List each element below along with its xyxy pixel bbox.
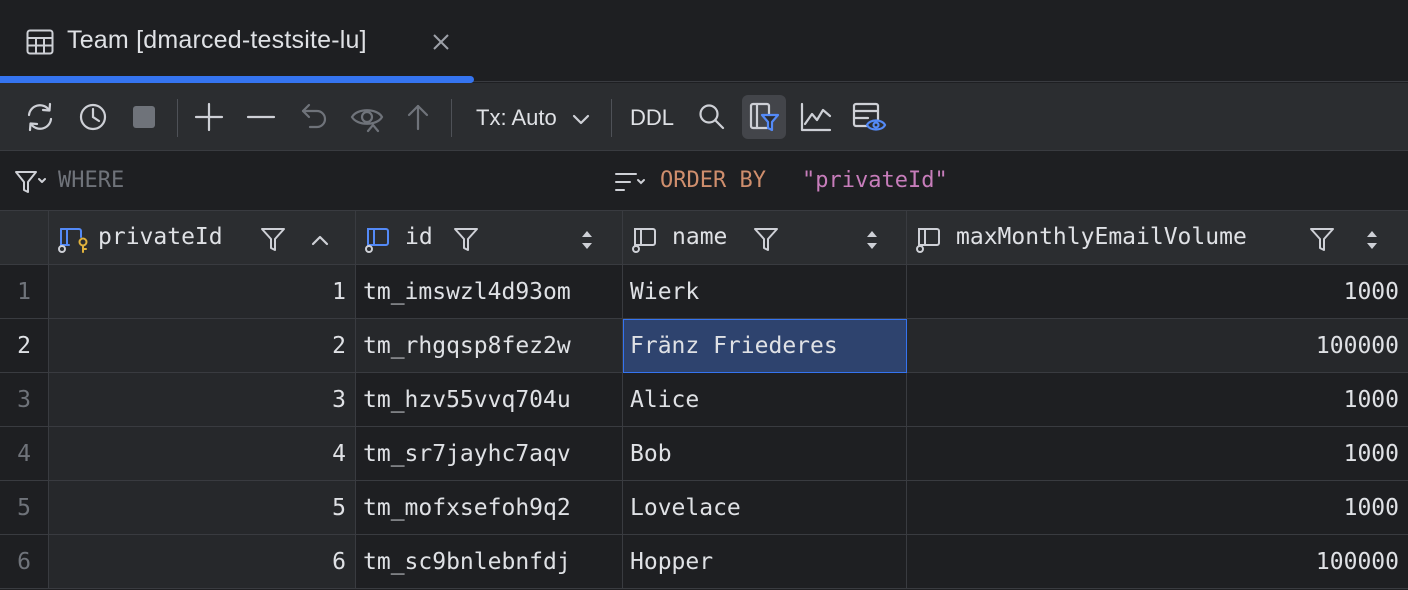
sort-unsorted-icon[interactable] — [865, 229, 879, 257]
sort-ascending-icon[interactable] — [311, 229, 329, 255]
preview-changes-icon[interactable] — [348, 98, 386, 136]
transaction-mode-dropdown[interactable]: Tx: Auto — [476, 105, 557, 131]
editor-tab-team[interactable]: Team [dmarced-testsite-lu] — [0, 0, 474, 83]
column-label: maxMonthlyEmailVolume — [956, 224, 1247, 250]
history-icon[interactable] — [74, 98, 112, 136]
delete-row-icon[interactable] — [242, 98, 280, 136]
cell-maxMonthlyEmailVolume[interactable]: 1000 — [907, 481, 1408, 535]
column-header-name[interactable]: name — [623, 211, 907, 265]
column-label: privateId — [98, 224, 223, 250]
cell-name[interactable]: Lovelace — [623, 481, 907, 535]
search-icon[interactable] — [693, 98, 731, 136]
cell-privateId[interactable]: 3 — [49, 373, 356, 427]
row-number[interactable]: 4 — [0, 427, 49, 481]
toolbar-separator — [451, 99, 452, 137]
column-label: name — [672, 224, 728, 250]
cell-name-selected[interactable]: Fränz Friederes — [623, 319, 907, 373]
unique-column-icon — [364, 225, 396, 259]
row-number[interactable]: 3 — [0, 373, 49, 427]
stop-icon[interactable] — [125, 98, 163, 136]
cell-id[interactable]: tm_hzv55vvq704u — [356, 373, 623, 427]
chevron-down-icon[interactable] — [572, 113, 590, 131]
cell-name[interactable]: Alice — [623, 373, 907, 427]
toolbar-separator — [611, 99, 612, 137]
cell-id[interactable]: tm_rhgqsp8fez2w — [356, 319, 623, 373]
close-icon[interactable] — [432, 33, 450, 51]
submit-icon[interactable] — [399, 98, 437, 136]
column-label: id — [405, 224, 433, 250]
table-row[interactable]: 5 5 tm_mofxsefoh9q2 Lovelace 1000 — [0, 481, 1408, 535]
cell-name[interactable]: Hopper — [623, 535, 907, 589]
where-input[interactable]: WHERE — [58, 168, 124, 193]
column-icon — [915, 225, 947, 259]
cell-maxMonthlyEmailVolume[interactable]: 1000 — [907, 265, 1408, 319]
column-filter-icon[interactable] — [453, 226, 479, 258]
revert-icon[interactable] — [295, 98, 333, 136]
row-number[interactable]: 1 — [0, 265, 49, 319]
filter-sort-bar: WHERE ORDER BY "privateId" — [0, 152, 1408, 211]
data-editor-toolbar: Tx: Auto DDL — [0, 83, 1408, 151]
cell-id[interactable]: tm_imswzl4d93om — [356, 265, 623, 319]
cell-id[interactable]: tm_sr7jayhc7aqv — [356, 427, 623, 481]
column-header-maxMonthlyEmailVolume[interactable]: maxMonthlyEmailVolume — [907, 211, 1408, 265]
column-icon — [631, 225, 663, 259]
sort-icon[interactable] — [614, 171, 648, 199]
table-row[interactable]: 2 2 tm_rhgqsp8fez2w Fränz Friederes 1000… — [0, 319, 1408, 373]
sort-unsorted-icon[interactable] — [580, 229, 594, 257]
cell-maxMonthlyEmailVolume[interactable]: 1000 — [907, 373, 1408, 427]
toolbar-separator — [177, 99, 178, 137]
cell-privateId[interactable]: 4 — [49, 427, 356, 481]
filter-panel-icon[interactable] — [742, 95, 786, 139]
editor-tab-bar: Team [dmarced-testsite-lu] — [0, 0, 1408, 83]
sort-unsorted-icon[interactable] — [1365, 229, 1379, 257]
cell-privateId[interactable]: 5 — [49, 481, 356, 535]
table-row[interactable]: 6 6 tm_sc9bnlebnfdj Hopper 100000 — [0, 535, 1408, 589]
table-row[interactable]: 3 3 tm_hzv55vvq704u Alice 1000 — [0, 373, 1408, 427]
row-number[interactable]: 6 — [0, 535, 49, 589]
view-options-icon[interactable] — [850, 98, 888, 136]
row-number[interactable]: 5 — [0, 481, 49, 535]
active-tab-indicator — [0, 76, 474, 83]
cell-maxMonthlyEmailVolume[interactable]: 100000 — [907, 319, 1408, 373]
column-filter-icon[interactable] — [1309, 226, 1335, 258]
filter-icon[interactable] — [14, 170, 46, 200]
cell-privateId[interactable]: 2 — [49, 319, 356, 373]
table-row[interactable]: 4 4 tm_sr7jayhc7aqv Bob 1000 — [0, 427, 1408, 481]
table-row[interactable]: 1 1 tm_imswzl4d93om Wierk 1000 — [0, 265, 1408, 319]
chart-icon[interactable] — [797, 98, 835, 136]
add-row-icon[interactable] — [190, 98, 228, 136]
column-filter-icon[interactable] — [260, 226, 286, 258]
row-number[interactable]: 2 — [0, 319, 49, 373]
cell-name[interactable]: Bob — [623, 427, 907, 481]
row-number-header — [0, 211, 49, 265]
cell-id[interactable]: tm_mofxsefoh9q2 — [356, 481, 623, 535]
column-header-privateId[interactable]: privateId — [49, 211, 356, 265]
cell-id[interactable]: tm_sc9bnlebnfdj — [356, 535, 623, 589]
tab-title: Team [dmarced-testsite-lu] — [67, 26, 367, 54]
ddl-button[interactable]: DDL — [630, 105, 674, 131]
column-filter-icon[interactable] — [753, 226, 779, 258]
table-icon — [26, 29, 54, 55]
order-by-keyword[interactable]: ORDER BY — [660, 168, 779, 193]
cell-privateId[interactable]: 1 — [49, 265, 356, 319]
reload-icon[interactable] — [21, 98, 59, 136]
primary-key-column-icon — [57, 225, 93, 259]
cell-maxMonthlyEmailVolume[interactable]: 100000 — [907, 535, 1408, 589]
cell-privateId[interactable]: 6 — [49, 535, 356, 589]
cell-maxMonthlyEmailVolume[interactable]: 1000 — [907, 427, 1408, 481]
column-header-id[interactable]: id — [356, 211, 623, 265]
cell-name[interactable]: Wierk — [623, 265, 907, 319]
order-by-value[interactable]: "privateId" — [802, 168, 948, 193]
